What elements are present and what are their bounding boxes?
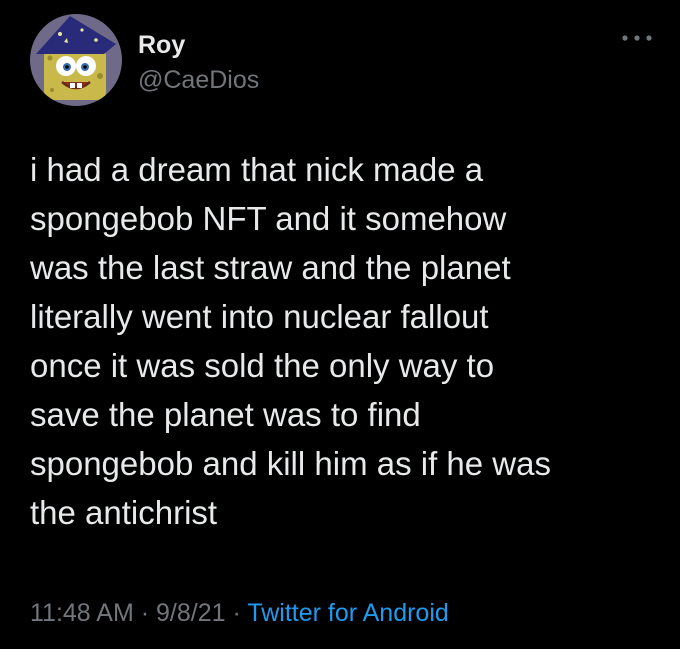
tweet-time[interactable]: 11:48 AM	[30, 599, 134, 627]
tweet-source-link[interactable]: Twitter for Android	[247, 599, 448, 627]
tweet-text-line: i had a dream that nick made a	[30, 151, 484, 188]
more-horizontal-icon[interactable]	[620, 33, 654, 43]
meta-separator: ·	[140, 599, 150, 627]
user-handle[interactable]: @CaeDios	[138, 65, 259, 95]
tweet-text-line: save the planet was to find	[30, 396, 421, 433]
tweet-text-line: was the last straw and the planet	[30, 249, 511, 286]
tweet-text-line: spongebob and kill him as if he was	[30, 445, 551, 482]
meta-separator: ·	[232, 599, 241, 627]
tweet-date[interactable]: 9/8/21	[156, 599, 226, 627]
tweet-text-line: literally went into nuclear fallout	[30, 298, 489, 335]
tweet-meta: 11:48 AM · 9/8/21 · Twitter for Android	[30, 597, 449, 629]
display-name[interactable]: Roy	[138, 30, 185, 60]
tweet-text-line: spongebob NFT and it somehow	[30, 200, 507, 237]
avatar[interactable]	[30, 14, 122, 106]
spongebob-avatar-image	[30, 14, 122, 106]
tweet-text: i had a dream that nick made a spongebob…	[30, 145, 660, 537]
tweet: Roy @CaeDios i had a dream that nick mad…	[0, 0, 680, 649]
tweet-text-line: the antichrist	[30, 494, 218, 531]
tweet-text-line: once it was sold the only way to	[30, 347, 495, 384]
